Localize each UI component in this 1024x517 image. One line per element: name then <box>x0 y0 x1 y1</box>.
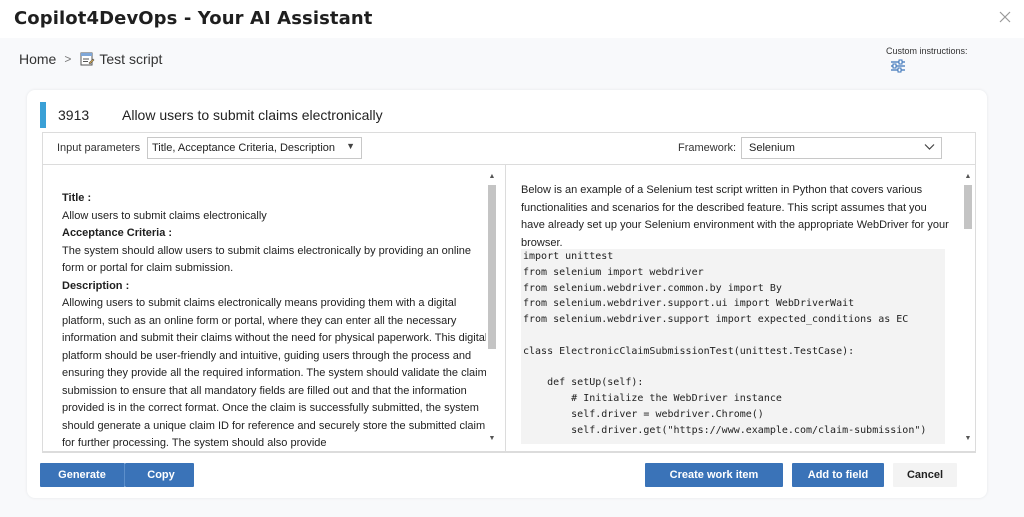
work-item-title: Allow users to submit claims electronica… <box>122 107 383 123</box>
close-icon <box>999 11 1011 23</box>
acceptance-criteria-value: The system should allow users to submit … <box>62 244 472 275</box>
cancel-button[interactable]: Cancel <box>893 463 957 487</box>
description-label: Description : <box>62 279 130 292</box>
input-parameters-value: Title, Acceptance Criteria, Description <box>152 142 335 154</box>
test-script-panel: 3913 Allow users to submit claims electr… <box>27 90 987 498</box>
chevron-down-icon <box>924 144 935 150</box>
content-panes: Title : Allow users to submit claims ele… <box>42 165 976 452</box>
input-parameters-select[interactable]: Title, Acceptance Criteria, Description … <box>147 137 362 159</box>
scroll-down-arrow-icon[interactable]: ▼ <box>488 435 496 443</box>
caret-down-icon: ▼ <box>346 141 355 151</box>
input-text: Title : Allow users to submit claims ele… <box>62 190 492 451</box>
scroll-up-arrow-icon[interactable]: ▲ <box>964 173 972 181</box>
output-pane[interactable]: Below is an example of a Selenium test s… <box>507 165 976 451</box>
generate-button[interactable]: Generate <box>40 463 125 487</box>
add-to-field-button[interactable]: Add to field <box>792 463 884 487</box>
title-field-label: Title : <box>62 192 92 204</box>
breadcrumb: Home > Test script <box>19 50 162 68</box>
input-parameters-label: Input parameters <box>57 142 141 154</box>
scroll-up-arrow-icon[interactable]: ▲ <box>488 173 496 181</box>
title-field-value: Allow users to submit claims electronica… <box>62 209 267 222</box>
input-scrollbar[interactable]: ▲ ▼ <box>486 173 498 443</box>
copy-button[interactable]: Copy <box>128 463 194 487</box>
description-value: Allowing users to submit claims electron… <box>62 297 488 449</box>
scroll-thumb[interactable] <box>488 185 496 349</box>
footer-divider <box>42 452 976 453</box>
custom-instructions-label: Custom instructions: <box>886 46 968 56</box>
sliders-icon <box>891 59 905 73</box>
framework-value: Selenium <box>749 142 795 154</box>
custom-instructions-button[interactable] <box>890 59 906 73</box>
scroll-thumb[interactable] <box>964 185 972 229</box>
code-block: import unittest from selenium import web… <box>521 249 945 444</box>
work-item-id: 3913 <box>58 107 90 123</box>
breadcrumb-separator: > <box>64 52 72 66</box>
acceptance-criteria-label: Acceptance Criteria : <box>62 227 173 239</box>
create-work-item-button[interactable]: Create work item <box>645 463 783 487</box>
scroll-down-arrow-icon[interactable]: ▼ <box>964 435 972 443</box>
work-item-accent-bar <box>40 102 46 128</box>
close-button[interactable] <box>996 8 1014 26</box>
parameter-bar: Input parameters Title, Acceptance Crite… <box>42 132 976 165</box>
breadcrumb-current: Test script <box>99 51 163 67</box>
copilot-dialog: Copilot4DevOps - Your AI Assistant Home … <box>0 0 1024 517</box>
breadcrumb-home-link[interactable]: Home <box>19 51 56 67</box>
framework-label: Framework: <box>678 142 737 154</box>
app-title: Copilot4DevOps - Your AI Assistant <box>14 8 373 29</box>
framework-select[interactable]: Selenium <box>741 137 942 159</box>
input-pane[interactable]: Title : Allow users to submit claims ele… <box>43 165 506 451</box>
test-script-icon <box>80 52 95 66</box>
title-bar: Copilot4DevOps - Your AI Assistant <box>0 0 1024 38</box>
output-intro-text: Below is an example of a Selenium test s… <box>521 184 949 249</box>
output-scrollbar[interactable]: ▲ ▼ <box>962 173 974 443</box>
